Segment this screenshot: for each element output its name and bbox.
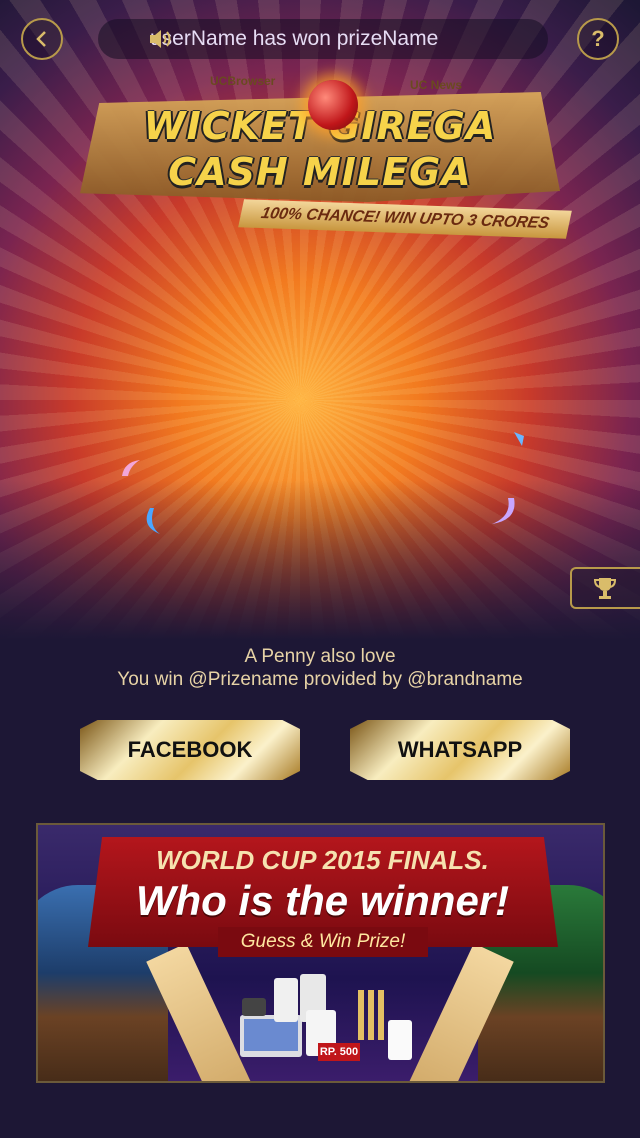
chevron-left-icon [36,31,46,47]
confetti-piece [492,498,515,524]
banner-subtitle: Guess & Win Prize! [218,927,428,957]
leaderboard-tab[interactable] [570,567,640,609]
marquee-text: userName has won prizeName [150,27,439,50]
game-logo: UCBrowser UC News WICKET GIREGA CASH MIL… [80,70,572,240]
confetti-piece [514,432,524,446]
brand-ucbrowser: UCBrowser [210,74,276,88]
confetti-piece [146,508,160,534]
back-button[interactable] [21,18,63,60]
whatsapp-share-button[interactable]: WHATSAPP [350,720,570,780]
result-line2: You win @Prizename provided by @brandnam… [117,669,523,690]
help-button[interactable]: ? [577,18,619,60]
game-screen: userName has won prizeName ? UCBrowser U… [0,0,640,1138]
logo-title-line2: CASH MILEGA [168,150,472,194]
winner-marquee: userName has won prizeName [98,19,548,59]
brand-ucnews: UC News [410,78,463,92]
result-message: A Penny also love You win @Prizename pro… [0,645,640,691]
facebook-share-button[interactable]: FACEBOOK [80,720,300,780]
hero-fade [0,480,640,640]
result-line1: A Penny also love [244,646,396,667]
logo-tagline: 100% CHANCE! WIN UPTO 3 CRORES [238,199,572,239]
confetti-piece [122,460,140,476]
facebook-label: FACEBOOK [127,737,253,762]
world-cup-promo-banner[interactable]: WORLD CUP 2015 FINALS. Who is the winner… [36,823,605,1083]
banner-title: WORLD CUP 2015 FINALS. [156,845,489,875]
top-bar: userName has won prizeName ? [0,0,640,80]
prize-value-badge: RP. 500 [318,1043,360,1061]
help-label: ? [591,26,605,51]
speaker-icon [150,30,171,48]
cricket-ball-icon [308,80,358,130]
trophy-icon [593,578,617,599]
whatsapp-label: WHATSAPP [397,737,523,762]
banner-headline: Who is the winner! [135,877,510,924]
